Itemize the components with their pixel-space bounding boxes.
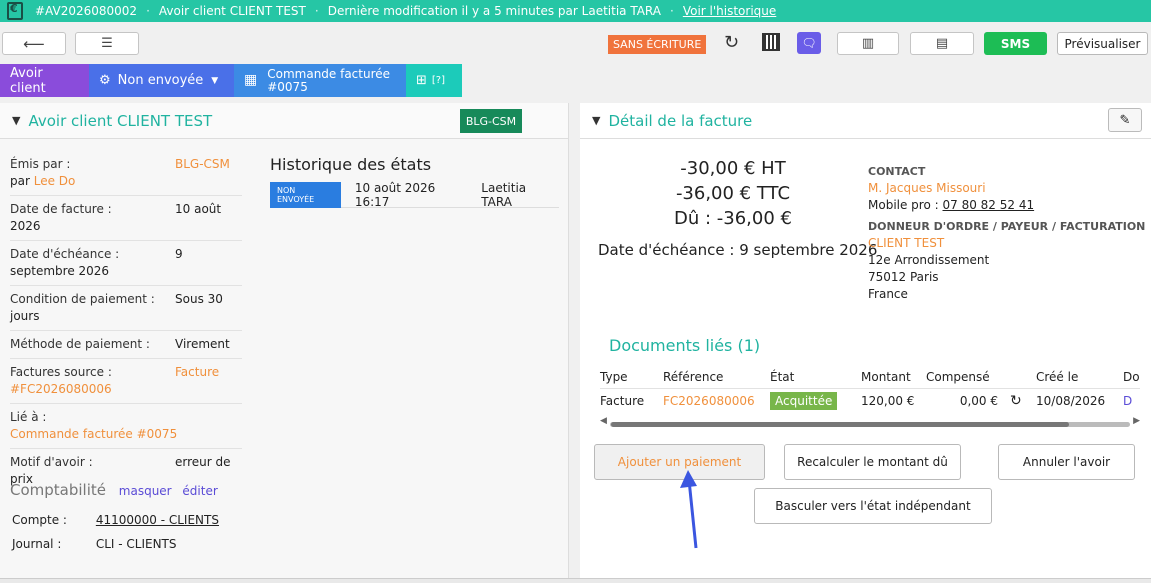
recalculate-button[interactable]: Recalculer le montant dû (784, 444, 961, 480)
company-badge: BLG-CSM (460, 109, 522, 133)
tab-commande[interactable]: ▦ Commande facturée #0075 (234, 64, 406, 97)
accounting-title: Comptabilité (10, 481, 106, 499)
mobile-link[interactable]: 07 80 82 52 41 (943, 198, 1035, 212)
document-icon: ▤ (935, 36, 949, 51)
invoice-detail-panel: ▼ Détail de la facture ✎ -30,00 € HT -36… (580, 103, 1151, 578)
document-ref: #AV2026080002 (35, 4, 138, 18)
back-arrow-icon: ⟵ (23, 34, 45, 53)
field-source-invoice: Factures source : Facture #FC2026080006 (10, 364, 242, 404)
linked-order-link[interactable]: Commande facturée #0075 (10, 426, 242, 443)
reload-icon[interactable]: ↻ (1010, 393, 1036, 409)
chevron-down-icon: ▼ (592, 114, 601, 127)
grid-icon: ⊞ (416, 73, 427, 88)
back-button[interactable]: ⟵ (2, 32, 66, 55)
document-title: Avoir client CLIENT TEST (158, 4, 306, 18)
avoir-panel: ▼ Avoir client CLIENT TEST BLG-CSM Émis … (0, 103, 569, 578)
list-icon: ☰ (101, 36, 113, 51)
amounts: -30,00 € HT -36,00 € TTC Dû : -36,00 € (598, 156, 868, 231)
doc-ref-link[interactable]: FC2026080006 (663, 394, 770, 408)
status-dropdown[interactable]: ⚙ Non envoyée ▼ (89, 64, 234, 97)
tab-grid[interactable]: ⊞ [?] (406, 64, 462, 97)
history-title: Historique des états (270, 155, 432, 174)
history-date: 10 août 2026 16:17 (354, 181, 436, 209)
no-entry-tag: SANS ÉCRITURE (608, 35, 707, 54)
paid-badge: Acquittée (770, 392, 838, 410)
amount-ttc: -36,00 € TTC (675, 183, 791, 204)
pencil-icon: ✎ (1119, 112, 1131, 128)
field-payment-method: Méthode de paiement : Virement (10, 336, 242, 359)
history-link[interactable]: Voir l'historique (683, 4, 776, 18)
edit-link[interactable]: éditer (182, 484, 217, 498)
avoir-panel-title: Avoir client CLIENT TEST (28, 111, 213, 130)
field-linked-to: Lié à : Commande facturée #0075 (10, 409, 242, 449)
switch-state-button[interactable]: Basculer vers l'état indépendant (754, 488, 992, 524)
grid-suffix: [?] (431, 75, 446, 86)
due-date: Date d'échéance : 9 septembre 2026 (598, 241, 878, 259)
footer-border (0, 578, 1151, 583)
amount-due: Dû : -36,00 € (674, 208, 792, 229)
client-link[interactable]: CLIENT TEST (868, 235, 1145, 252)
history-row: NON ENVOYÉE 10 août 2026 16:17 Laetitia … (270, 181, 559, 209)
linked-docs-title: Documents liés (1) (609, 336, 761, 355)
calculator-icon: ▦ (244, 72, 258, 88)
account-link[interactable]: 41100000 - CLIENTS (96, 513, 219, 527)
cancel-avoir-button[interactable]: Annuler l'avoir (998, 444, 1135, 480)
accounting-section: Comptabilité masquer éditer (10, 481, 218, 499)
linked-docs-table: Type Référence État Montant Compensé Cré… (600, 365, 1140, 413)
books-icon: ▥ (861, 36, 875, 51)
contact-block: CONTACT M. Jacques Missouri Mobile pro :… (868, 165, 1146, 301)
gears-icon: ⚙ (99, 73, 111, 88)
contact-mobile: Mobile pro : 07 80 82 52 41 (868, 198, 1035, 212)
contact-name[interactable]: M. Jacques Missouri (868, 180, 1145, 197)
table-row[interactable]: Facture FC2026080006 Acquittée 120,00 € … (600, 389, 1140, 413)
invoice-detail-header[interactable]: ▼ Détail de la facture (580, 103, 1151, 139)
chat-button[interactable]: 🗨 (797, 32, 821, 54)
field-payment-terms: Condition de paiement : Sous 30 jours (10, 291, 242, 331)
table-header: Type Référence État Montant Compensé Cré… (600, 365, 1140, 389)
library-button[interactable]: ▥ (837, 32, 899, 55)
chat-icon: 🗨 (801, 36, 817, 50)
journal-row: Journal : CLI - CLIENTS (12, 537, 177, 551)
document-button[interactable]: ▤ (910, 32, 974, 55)
toolbar: ⟵ ☰ SANS ÉCRITURE ↻ 🗨 ▥ ▤ SMS Prévisuali… (0, 22, 1151, 64)
scroll-thumb[interactable] (611, 422, 1069, 427)
field-invoice-date: Date de facture : 10 août 2026 (10, 201, 242, 241)
tab-avoir-client[interactable]: Avoir client (0, 64, 89, 97)
invoice-icon (7, 2, 23, 20)
field-issued-by: Émis par : BLG-CSM par Lee Do (10, 156, 242, 196)
status-tabs: Avoir client ⚙ Non envoyée ▼ ▦ Commande … (0, 64, 462, 97)
caret-down-icon: ▼ (211, 75, 219, 86)
amount-ht: -30,00 € HT (680, 158, 786, 179)
last-modified: Dernière modification il y a 5 minutes p… (327, 4, 661, 18)
top-bar: #AV2026080002 · Avoir client CLIENT TEST… (0, 0, 1151, 22)
list-button[interactable]: ☰ (75, 32, 139, 55)
status-label: Non envoyée (117, 73, 204, 88)
field-due-date: Date d'échéance : 9 septembre 2026 (10, 246, 242, 286)
scroll-left-icon[interactable]: ◀ (600, 416, 607, 426)
status-badge: NON ENVOYÉE (270, 182, 341, 208)
order-label: Commande facturée #0075 (267, 66, 391, 94)
invoice-detail-title: Détail de la facture (608, 111, 753, 130)
hide-link[interactable]: masquer (119, 484, 172, 498)
horizontal-scrollbar[interactable]: ◀ ▶ (600, 416, 1140, 429)
account-row: Compte : 41100000 - CLIENTS (12, 513, 219, 527)
edit-button[interactable]: ✎ (1108, 108, 1142, 132)
reload-icon[interactable]: ↻ (724, 32, 739, 53)
preview-button[interactable]: Prévisualiser (1057, 32, 1148, 55)
qr-code-icon[interactable] (762, 33, 780, 51)
history-user: Laetitia TARA (481, 181, 527, 209)
annotation-arrow-icon (680, 470, 698, 549)
invoice-info: Émis par : BLG-CSM par Lee Do Date de fa… (10, 156, 242, 498)
chevron-down-icon: ▼ (12, 114, 21, 127)
sms-button[interactable]: SMS (984, 32, 1047, 55)
source-invoice-link[interactable]: #FC2026080006 (10, 381, 242, 398)
scroll-right-icon[interactable]: ▶ (1133, 416, 1140, 426)
issuer-link[interactable]: Lee Do (34, 174, 76, 188)
